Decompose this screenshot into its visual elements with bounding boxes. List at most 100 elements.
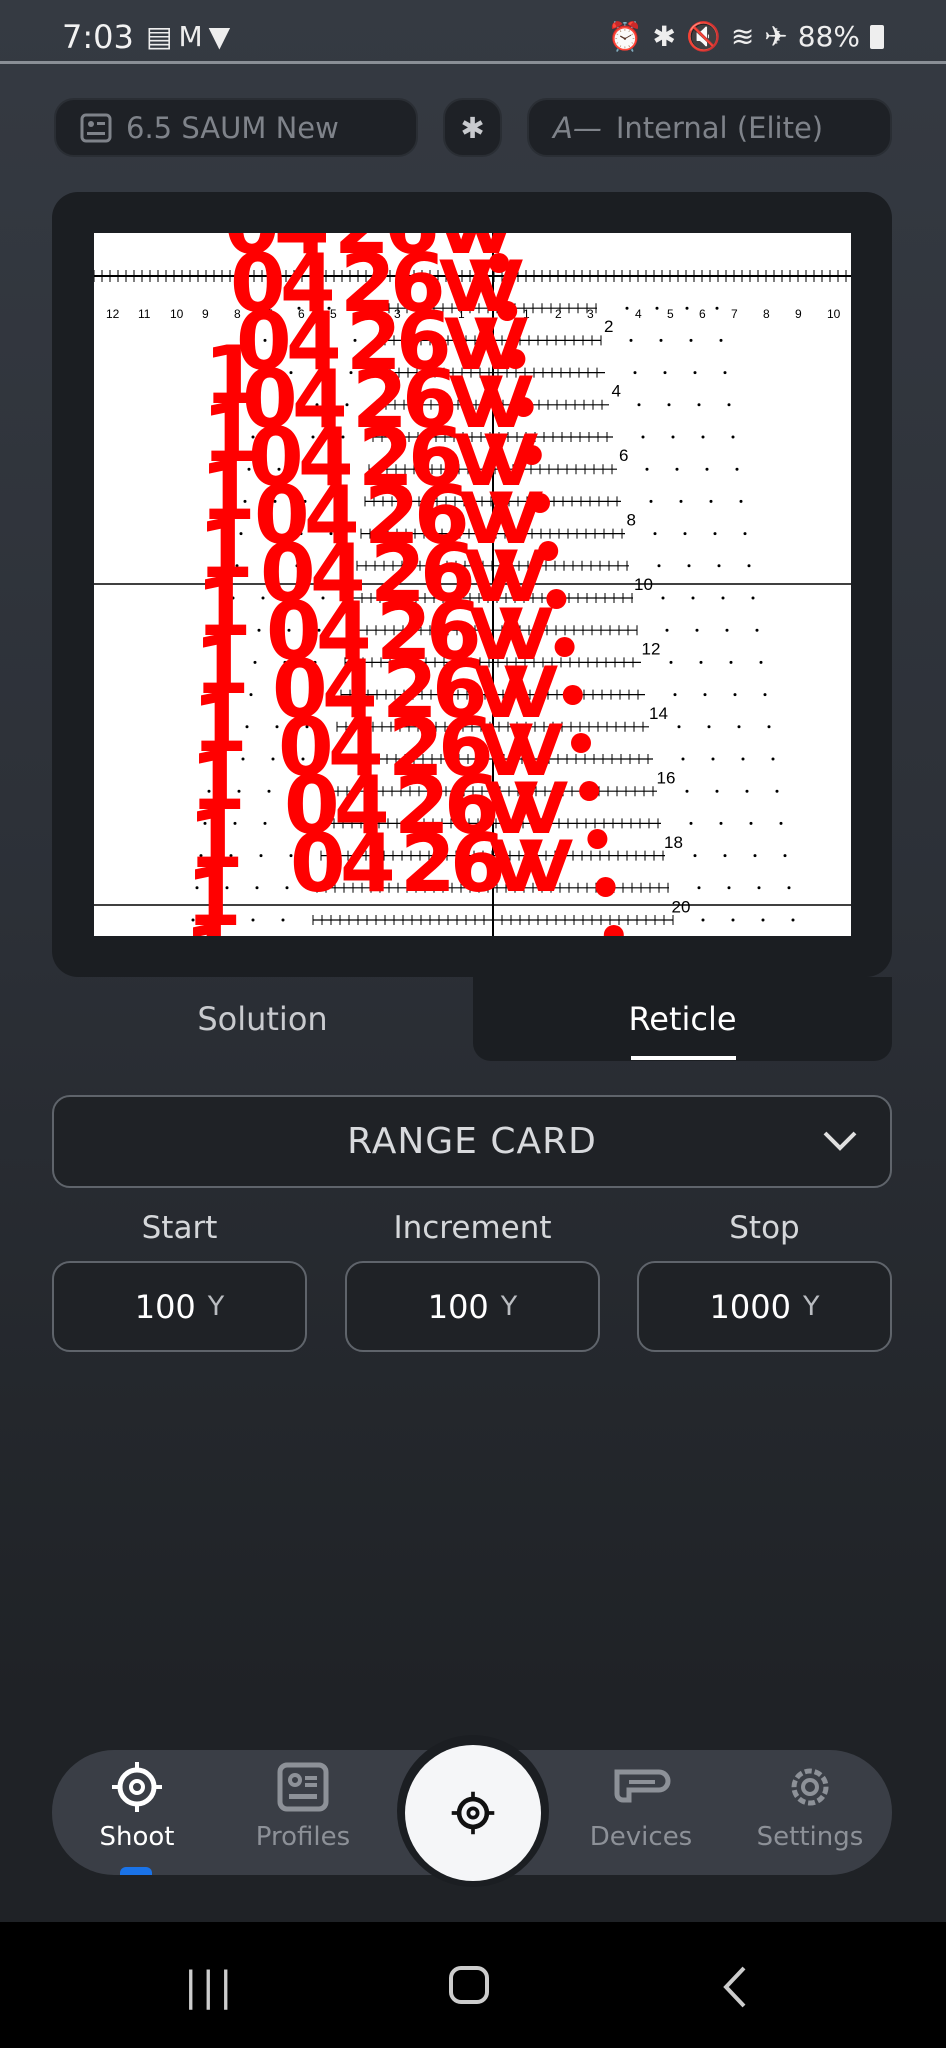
reticle-side-label: 20 xyxy=(672,898,691,917)
bluetooth-button[interactable]: ✱ xyxy=(443,98,502,157)
reticle-dot xyxy=(755,628,759,632)
reticle-overlay-glyph: V xyxy=(519,826,573,908)
reticle-dot xyxy=(677,725,681,729)
reticle-dot xyxy=(775,789,779,793)
active-tab-indicator xyxy=(631,1056,736,1060)
reticle-top-label: 9 xyxy=(202,307,209,321)
reticle-dot xyxy=(695,628,699,632)
stop-label: Stop xyxy=(729,1210,800,1246)
reticle-side-label: 2 xyxy=(604,317,613,336)
nav-label: Shoot xyxy=(99,1822,175,1852)
reticle-dot xyxy=(759,660,763,664)
system-nav-bar: ||| xyxy=(0,1922,946,2048)
reticle-dot xyxy=(641,435,645,439)
reticle-dot xyxy=(259,854,263,858)
profile-card-icon xyxy=(277,1762,329,1812)
reticle-dot xyxy=(657,564,661,568)
back-button[interactable] xyxy=(720,1964,750,2010)
reticle-dot xyxy=(267,789,271,793)
increment-input[interactable]: 100 Y xyxy=(345,1261,600,1352)
reticle-dot xyxy=(669,660,673,664)
wifi-icon: ≋ xyxy=(730,20,755,53)
reticle-dot xyxy=(753,854,757,858)
reticle-top-label: 10 xyxy=(827,307,841,321)
reticle-dot xyxy=(663,371,667,375)
tab-reticle[interactable]: Reticle xyxy=(473,977,892,1061)
reticle-overlay-glyph: 4 xyxy=(340,817,396,910)
reticle-dot xyxy=(783,854,787,858)
recents-button[interactable]: ||| xyxy=(184,1964,236,2010)
tab-solution[interactable]: Solution xyxy=(52,977,473,1061)
reticle-dot xyxy=(779,821,783,825)
reticle-impact-dot xyxy=(579,781,600,801)
nav-settings[interactable]: Settings xyxy=(740,1760,880,1852)
gear-icon xyxy=(791,1768,829,1806)
reticle-dot xyxy=(637,403,641,407)
reticle-dot xyxy=(281,918,285,922)
tab-label: Reticle xyxy=(628,1000,737,1038)
reticle-top-label: 5 xyxy=(667,307,674,321)
profile-name: 6.5 SAUM New xyxy=(126,110,339,145)
reticle-side-label: 18 xyxy=(664,833,683,852)
reticle-top-label: 2 xyxy=(555,307,562,321)
reticle-dot xyxy=(741,757,745,761)
reticle-dot xyxy=(671,435,675,439)
nav-profiles[interactable]: Profiles xyxy=(233,1760,373,1852)
profile-card-icon xyxy=(80,113,112,142)
reticle-side-label: 8 xyxy=(627,511,636,530)
nav-shoot[interactable]: Shoot xyxy=(67,1760,207,1852)
home-button[interactable] xyxy=(449,1966,489,2004)
status-time: 7:03 xyxy=(62,18,134,56)
reticle-dot xyxy=(667,403,671,407)
nav-label: Settings xyxy=(756,1822,864,1852)
reticle-side-label: 6 xyxy=(619,446,628,465)
reticle-dot xyxy=(737,725,741,729)
reticle-dot xyxy=(655,306,659,310)
increment-label: Increment xyxy=(393,1210,552,1246)
reticle-dot xyxy=(689,821,693,825)
shoot-fab-button[interactable] xyxy=(397,1735,549,1887)
crosshair-icon xyxy=(451,1791,495,1835)
reticle-dot xyxy=(679,499,683,503)
reticle-top-label: 7 xyxy=(731,307,738,321)
reticle-dot xyxy=(767,725,771,729)
reticle-dot xyxy=(729,660,733,664)
reticle-dot xyxy=(629,338,633,342)
reticle-dot xyxy=(253,660,257,664)
stop-input[interactable]: 1000 Y xyxy=(637,1261,892,1352)
stop-unit: Y xyxy=(802,1291,820,1322)
reticle-dot xyxy=(687,564,691,568)
reticle-side-label: 4 xyxy=(612,382,621,401)
nav-devices[interactable]: Devices xyxy=(571,1760,711,1852)
reticle-image[interactable]: 1211109876543211234567891011246810121416… xyxy=(94,233,851,936)
reticle-dot xyxy=(685,789,689,793)
reticle-impact-dot xyxy=(562,685,583,705)
reticle-dot xyxy=(703,693,707,697)
reticle-side-label: 12 xyxy=(642,640,661,659)
reticle-top-label: 3 xyxy=(587,307,594,321)
start-label: Start xyxy=(141,1210,218,1246)
reticle-dot xyxy=(719,338,723,342)
reticle-dot xyxy=(251,918,255,922)
device-selector[interactable]: A— Internal (Elite) xyxy=(527,98,892,157)
reticle-dot xyxy=(723,371,727,375)
reticle-dot xyxy=(771,757,775,761)
profile-selector[interactable]: 6.5 SAUM New xyxy=(54,98,418,157)
reticle-side-label: 14 xyxy=(649,704,668,723)
reticle-top-label: 9 xyxy=(795,307,802,321)
device-icon: A— xyxy=(553,110,602,145)
mode-dropdown[interactable]: RANGE CARD xyxy=(52,1095,892,1188)
reticle-dot xyxy=(761,918,765,922)
reticle-dot xyxy=(747,564,751,568)
reticle-dot xyxy=(255,886,259,890)
bluetooth-icon: ✱ xyxy=(460,110,485,145)
mode-value: RANGE CARD xyxy=(347,1121,597,1162)
tab-label: Solution xyxy=(197,1000,328,1038)
reticle-dot xyxy=(691,596,695,600)
start-input[interactable]: 100 Y xyxy=(52,1261,307,1352)
reticle-dot xyxy=(683,532,687,536)
reticle-impact-dot xyxy=(595,877,616,897)
reticle-dot xyxy=(685,306,689,310)
reticle-dot xyxy=(699,660,703,664)
reticle-dot xyxy=(633,371,637,375)
